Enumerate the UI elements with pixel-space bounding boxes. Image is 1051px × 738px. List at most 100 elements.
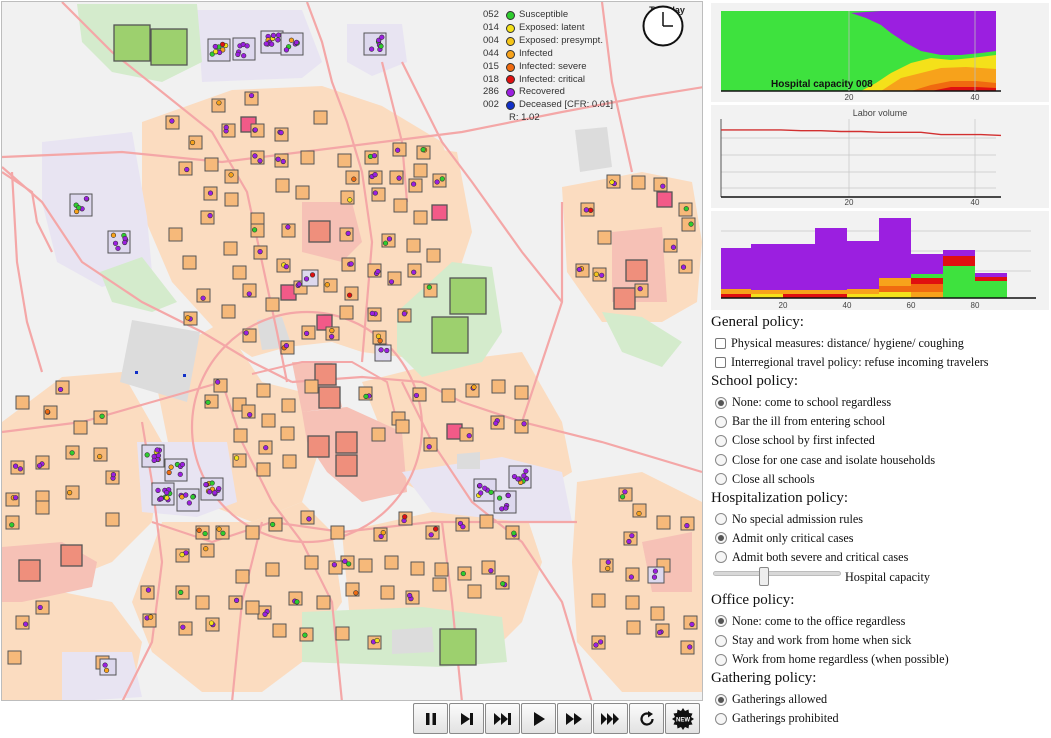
school-option-close-one-case[interactable]: Close for one case and isolate household… — [711, 450, 1049, 469]
play-button[interactable] — [521, 703, 556, 734]
house — [235, 569, 250, 584]
house — [35, 500, 50, 515]
travel-policy-checkbox[interactable]: Interregional travel policy: refuse inco… — [711, 353, 1049, 372]
person — [619, 494, 626, 500]
fastest-button[interactable] — [593, 703, 628, 734]
section-title: Hospitalization policy: — [711, 489, 849, 506]
pause-button[interactable] — [413, 703, 448, 734]
person — [294, 599, 300, 605]
person — [670, 244, 677, 250]
person — [689, 621, 695, 628]
house — [232, 265, 247, 280]
radio-button[interactable] — [715, 532, 727, 545]
legend-dot-icon — [506, 36, 515, 46]
radio-button[interactable] — [715, 396, 727, 409]
person — [262, 611, 268, 617]
labor-gridlines — [721, 119, 996, 197]
person — [241, 53, 247, 59]
hospital-option-severe-critical[interactable]: Admit both severe and critical cases — [711, 548, 1049, 567]
person — [428, 532, 434, 538]
school-option-bar-ill[interactable]: Bar the ill from entering school — [711, 412, 1049, 431]
slider-label: Hospital capacity — [845, 569, 930, 584]
step-fast-icon — [493, 712, 511, 725]
radio-button[interactable] — [715, 434, 727, 447]
histogram-bars — [721, 218, 1007, 298]
deceased-marker — [135, 371, 138, 374]
person — [233, 597, 240, 603]
hospital-capacity-slider[interactable]: Hospital capacity — [711, 566, 1049, 591]
school-option-close-all[interactable]: Close all schools — [711, 470, 1049, 489]
new-badge-icon: NEW — [671, 707, 694, 730]
person — [183, 492, 189, 498]
person — [426, 284, 432, 290]
house — [204, 157, 219, 172]
school-building — [99, 658, 117, 676]
person — [488, 568, 494, 574]
option-label: Admit both severe and critical cases — [732, 549, 909, 564]
clock-icon — [642, 5, 684, 47]
slider-track[interactable] — [713, 570, 841, 576]
person — [651, 574, 658, 580]
person — [683, 206, 689, 212]
school-option-close-first[interactable]: Close school by first infected — [711, 431, 1049, 450]
gathering-option-prohibited[interactable]: Gatherings prohibited — [711, 709, 1049, 728]
office-policy-section: Office policy: None: come to the office … — [711, 591, 1049, 669]
radio-button[interactable] — [715, 712, 727, 725]
office-option-stay-sick[interactable]: Stay and work from home when sick — [711, 631, 1049, 650]
checkbox-box[interactable] — [715, 338, 726, 350]
person — [353, 590, 359, 596]
slider-handle[interactable] — [759, 566, 769, 586]
house — [467, 584, 482, 599]
hospital-option-no-rules[interactable]: No special admission rules — [711, 510, 1049, 529]
person — [377, 338, 383, 344]
person — [179, 552, 185, 558]
physical-measures-checkbox[interactable]: Physical measures: distance/ hygiene/ co… — [711, 334, 1049, 353]
radio-button[interactable] — [715, 693, 727, 706]
person — [439, 176, 445, 182]
house — [300, 150, 315, 165]
radio-button[interactable] — [715, 653, 727, 666]
person — [148, 614, 154, 620]
reset-button[interactable] — [629, 703, 664, 734]
step-fast-button[interactable] — [485, 703, 520, 734]
radio-button[interactable] — [715, 615, 727, 628]
person — [680, 264, 687, 270]
reproduction-number: R: 1.02 — [509, 112, 540, 124]
person — [505, 492, 511, 499]
gathering-option-allowed[interactable]: Gatherings allowed — [711, 690, 1049, 709]
new-button[interactable]: NEW — [665, 703, 700, 734]
person — [205, 399, 211, 405]
checkbox-box[interactable] — [715, 357, 726, 369]
fast-forward-button[interactable] — [557, 703, 592, 734]
person — [411, 269, 417, 275]
house — [256, 462, 271, 477]
person — [609, 179, 615, 185]
school-option-none[interactable]: None: come to school regardless — [711, 393, 1049, 412]
option-label: Close for one case and isolate household… — [732, 452, 936, 467]
person — [306, 516, 312, 522]
person — [110, 232, 117, 238]
labor-volume-line — [721, 129, 1002, 137]
step-button[interactable] — [449, 703, 484, 734]
option-label: Gatherings prohibited — [732, 711, 839, 726]
radio-button[interactable] — [715, 551, 727, 564]
hospital-option-critical[interactable]: Admit only critical cases — [711, 529, 1049, 548]
house — [272, 623, 287, 638]
radio-button[interactable] — [715, 634, 727, 647]
option-label: Close all schools — [732, 471, 815, 486]
person — [208, 620, 215, 626]
person — [103, 667, 110, 673]
office-option-none[interactable]: None: come to the office regardless — [711, 612, 1049, 631]
radio-button[interactable] — [715, 454, 727, 467]
person — [500, 581, 506, 587]
simulation-map[interactable]: 052 Susceptible 014 Exposed: latent 004 Expos… — [1, 1, 703, 701]
radio-button[interactable] — [715, 473, 727, 486]
radio-button[interactable] — [715, 415, 727, 428]
state-area-chart: Hospital capacity 008 20 40 — [711, 3, 1049, 102]
section-title: General policy: — [711, 314, 804, 330]
radio-button[interactable] — [715, 513, 727, 526]
office-option-wfh[interactable]: Work from home regardless (when possible… — [711, 650, 1049, 669]
person — [351, 176, 357, 182]
legend-dot-icon — [506, 23, 515, 33]
person — [402, 514, 408, 520]
